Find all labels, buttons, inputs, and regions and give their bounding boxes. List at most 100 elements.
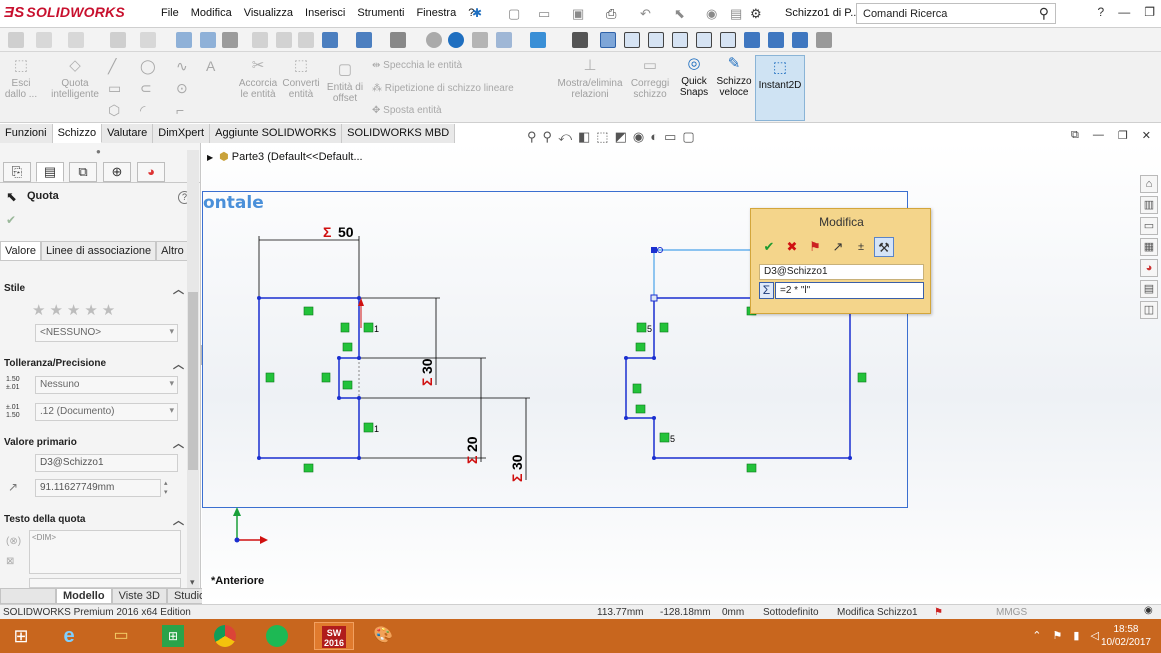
sigma-icon: Σ (509, 474, 525, 482)
sketch-point[interactable] (624, 416, 628, 420)
status-bar: SOLIDWORKS Premium 2016 x64 Edition 113.… (0, 604, 1161, 619)
system-tray[interactable]: ⌃ ⚑ ▮ ◁ (1032, 629, 1103, 642)
horizontal-relation-icon[interactable] (635, 404, 646, 414)
sketch-point[interactable] (848, 456, 852, 460)
horizontal-relation-icon[interactable] (635, 342, 646, 352)
vertical-relation-icon[interactable] (321, 372, 331, 383)
horizontal-relation-icon[interactable] (303, 463, 314, 473)
modify-title: Modifica (819, 215, 864, 229)
unit-system[interactable]: MMGS (996, 607, 1027, 618)
equal-relation-icon[interactable] (363, 422, 374, 433)
internet-explorer-icon[interactable]: e (52, 622, 86, 650)
sigma-icon: Σ (323, 224, 331, 240)
vertical-relation-icon[interactable] (632, 383, 642, 394)
solidworks-taskbar-icon[interactable]: SW 2016 (314, 622, 354, 650)
vertical-relation-icon[interactable] (659, 322, 669, 333)
windows-taskbar: ⊞ e ▭ ⊞ SW 2016 🎨 ⌃ ⚑ ▮ ◁ 18:58 10/02/2017 (0, 619, 1161, 653)
sketch-point[interactable] (652, 356, 656, 360)
dimension-lines (258, 236, 530, 480)
cancel-x-icon[interactable]: ✖ (782, 237, 802, 257)
relation-number: 5 (647, 324, 652, 334)
dimension-50[interactable]: 50 (338, 224, 354, 240)
sigma-icon: Σ (419, 378, 435, 386)
horizontal-relation-icon[interactable] (303, 306, 314, 316)
equal-relation-icon[interactable] (659, 432, 670, 443)
paint-icon[interactable]: 🎨 (366, 622, 400, 650)
relation-number: 1 (374, 424, 379, 434)
spin-increment-icon[interactable]: ± (851, 237, 871, 257)
rebuild-status-icon[interactable]: ⚑ (934, 607, 943, 618)
sigma-icon: Σ (464, 456, 480, 464)
horizontal-relation-icon[interactable] (342, 380, 353, 390)
sketch-points (257, 296, 852, 460)
sketch-point[interactable] (257, 296, 261, 300)
store-icon[interactable]: ⊞ (156, 622, 190, 650)
mark-for-drawing-icon[interactable]: ⚒ (874, 237, 894, 257)
task-pane-tabs: ⌂ ▥ ▭ ▦ ◕ ▤ ◫ (1140, 175, 1160, 320)
right-sketch[interactable] (625, 297, 851, 459)
vertical-relation-icon[interactable] (857, 372, 867, 383)
modify-dialog[interactable]: Modifica ✔ ✖ ⚑ ↗ ± ⚒ D3@Schizzo1 Σ =2 * … (750, 208, 931, 314)
x-coordinate: 113.77mm (597, 607, 644, 618)
sketch-point[interactable] (357, 296, 361, 300)
edition-text: SOLIDWORKS Premium 2016 x64 Edition (3, 607, 191, 618)
relation-number: 5 (670, 434, 675, 444)
view-palette-icon[interactable]: ▦ (1140, 238, 1158, 256)
modify-dimension-name[interactable]: D3@Schizzo1 (759, 264, 924, 280)
sketch-point[interactable] (652, 416, 656, 420)
spotify-logo (266, 624, 288, 647)
sketch-point[interactable] (257, 456, 261, 460)
sketch-point[interactable] (624, 356, 628, 360)
appearances-icon[interactable]: ◕ (1140, 259, 1158, 277)
z-axis-dot (234, 537, 240, 543)
windows-start-icon[interactable]: ⊞ (4, 622, 38, 650)
horizontal-relation-icon[interactable] (746, 463, 757, 473)
x-axis-arrowhead (260, 536, 268, 544)
editing-status: Modifica Schizzo1 (837, 607, 918, 618)
sketch-point[interactable] (357, 356, 361, 360)
sketch-point[interactable] (337, 396, 341, 400)
equal-relation-icon[interactable] (636, 322, 647, 333)
selected-point[interactable] (650, 294, 658, 302)
dimension-30-a[interactable]: 30 (419, 358, 435, 374)
reverse-dimension-icon[interactable]: ↗ (828, 237, 848, 257)
chrome-logo (214, 624, 236, 647)
sketch-svg: 1 1 5 5 Σ 50 30 Σ 20 Σ 30 Σ (233, 224, 867, 544)
y-axis-arrowhead (233, 507, 241, 516)
relation-number: 1 (374, 324, 379, 334)
store-logo: ⊞ (162, 625, 184, 647)
vertical-relation-icon[interactable] (340, 322, 350, 333)
sketch-point[interactable] (357, 456, 361, 460)
sketch-point[interactable] (652, 456, 656, 460)
solidworks-badge: SW 2016 (322, 625, 346, 648)
horizontal-relation-icon[interactable] (342, 342, 353, 352)
sketch-status: Sottodefinito (763, 607, 819, 618)
z-coordinate: 0mm (722, 607, 745, 618)
dimension-texts: Σ 50 30 Σ 20 Σ 30 Σ (323, 224, 525, 482)
sketch-point[interactable] (337, 356, 341, 360)
spotify-icon[interactable] (260, 622, 294, 650)
modify-value-input[interactable]: =2 * "l" (775, 282, 924, 299)
forum-icon[interactable]: ◫ (1140, 301, 1158, 319)
file-explorer-icon[interactable]: ▭ (104, 622, 138, 650)
clock[interactable]: 18:58 10/02/2017 (1101, 623, 1151, 649)
rebuild-traffic-icon[interactable]: ⚑ (805, 237, 825, 257)
vertical-relation-icon[interactable] (265, 372, 275, 383)
dimension-20[interactable]: 20 (464, 436, 480, 452)
custom-properties-icon[interactable]: ▤ (1140, 280, 1158, 298)
design-library-icon[interactable]: ▥ (1140, 196, 1158, 214)
selected-point[interactable] (651, 247, 657, 253)
origin-triad (233, 507, 268, 544)
status-help-icon[interactable]: ◉ (1144, 605, 1153, 616)
sketch-point[interactable] (357, 396, 361, 400)
chrome-icon[interactable] (208, 622, 242, 650)
y-coordinate: -128.18mm (660, 607, 711, 618)
relation-markers (265, 306, 867, 473)
equal-relation-icon[interactable] (363, 322, 374, 333)
confirm-check-icon[interactable]: ✔ (759, 237, 779, 257)
dimension-30-b[interactable]: 30 (509, 454, 525, 470)
file-explorer-icon[interactable]: ▭ (1140, 217, 1158, 235)
equation-sigma-icon[interactable]: Σ (759, 282, 774, 299)
modify-buttons: ✔ ✖ ⚑ ↗ ± ⚒ (759, 237, 894, 259)
home-icon[interactable]: ⌂ (1140, 175, 1158, 193)
